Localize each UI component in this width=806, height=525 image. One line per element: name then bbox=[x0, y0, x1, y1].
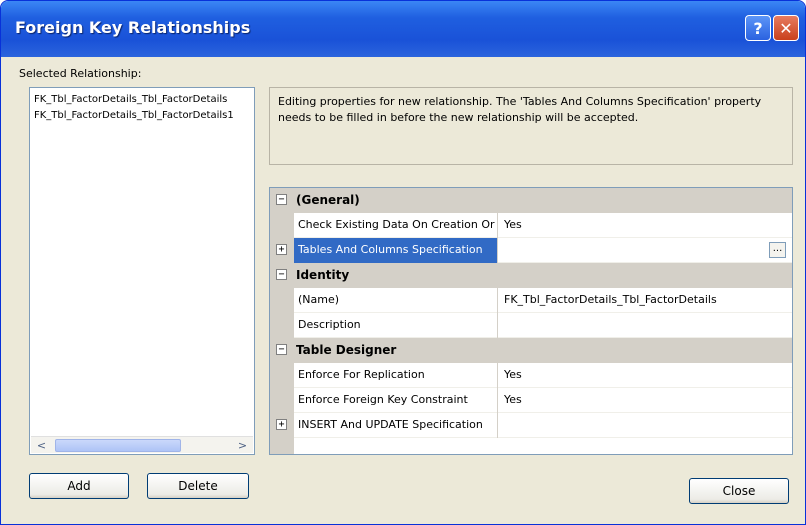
property-value[interactable]: FK_Tbl_FactorDetails_Tbl_FactorDetails bbox=[500, 288, 790, 313]
row-gutter: + bbox=[270, 238, 294, 263]
property-value[interactable]: Yes bbox=[500, 388, 790, 413]
category-identity[interactable]: − Identity bbox=[270, 263, 792, 288]
row-gutter bbox=[270, 363, 294, 388]
property-value-empty[interactable] bbox=[500, 238, 790, 263]
scrollbar-thumb[interactable] bbox=[55, 439, 181, 452]
category-label: Table Designer bbox=[296, 343, 397, 357]
window-close-button[interactable]: ✕ bbox=[773, 15, 799, 41]
collapse-icon[interactable]: − bbox=[276, 194, 287, 205]
grid-gutter-fill bbox=[270, 438, 294, 454]
row-gutter bbox=[270, 213, 294, 238]
relationship-list-item[interactable]: FK_Tbl_FactorDetails_Tbl_FactorDetails bbox=[34, 94, 252, 105]
close-icon: ✕ bbox=[779, 18, 793, 38]
relationship-list[interactable]: FK_Tbl_FactorDetails_Tbl_FactorDetails F… bbox=[29, 87, 255, 455]
scroll-left-icon[interactable]: < bbox=[33, 438, 50, 453]
ellipsis-button[interactable]: ... bbox=[769, 242, 786, 258]
row-gutter bbox=[270, 313, 294, 338]
close-button[interactable]: Close bbox=[689, 478, 789, 504]
expand-icon[interactable]: + bbox=[276, 419, 287, 430]
window-title: Foreign Key Relationships bbox=[15, 18, 251, 37]
property-row-insert-update[interactable]: + INSERT And UPDATE Specification bbox=[270, 413, 792, 438]
category-table-designer[interactable]: − Table Designer bbox=[270, 338, 792, 363]
property-row-description[interactable]: Description bbox=[270, 313, 792, 338]
help-button[interactable]: ? bbox=[745, 15, 771, 41]
property-row-name[interactable]: (Name) FK_Tbl_FactorDetails_Tbl_FactorDe… bbox=[270, 288, 792, 313]
relationship-list-item[interactable]: FK_Tbl_FactorDetails_Tbl_FactorDetails1 bbox=[34, 110, 252, 121]
property-row-check-existing[interactable]: Check Existing Data On Creation Or Re-En… bbox=[270, 213, 792, 238]
property-name: (Name) bbox=[294, 288, 498, 313]
expand-icon[interactable]: + bbox=[276, 244, 287, 255]
scroll-right-icon[interactable]: > bbox=[234, 438, 251, 453]
property-value-empty[interactable] bbox=[500, 413, 790, 438]
property-name: Enforce For Replication bbox=[294, 363, 498, 388]
row-gutter bbox=[270, 288, 294, 313]
property-row-enforce-replication[interactable]: Enforce For Replication Yes bbox=[270, 363, 792, 388]
selected-relationship-label: Selected Relationship: bbox=[19, 67, 142, 80]
property-name: Description bbox=[294, 313, 498, 338]
property-name: INSERT And UPDATE Specification bbox=[294, 413, 498, 438]
property-name: Enforce Foreign Key Constraint bbox=[294, 388, 498, 413]
foreign-key-relationships-dialog: Foreign Key Relationships ? ✕ Selected R… bbox=[0, 0, 806, 525]
category-label: (General) bbox=[296, 193, 360, 207]
horizontal-scrollbar[interactable]: < > bbox=[31, 436, 253, 453]
property-name-selected: Tables And Columns Specification bbox=[294, 238, 498, 263]
row-gutter bbox=[270, 388, 294, 413]
row-gutter: + bbox=[270, 413, 294, 438]
category-label: Identity bbox=[296, 268, 350, 282]
title-bar[interactable]: Foreign Key Relationships ? ✕ bbox=[1, 1, 805, 57]
category-general[interactable]: − (General) bbox=[270, 188, 792, 213]
property-row-enforce-fk[interactable]: Enforce Foreign Key Constraint Yes bbox=[270, 388, 792, 413]
help-icon: ? bbox=[753, 18, 763, 38]
property-grid[interactable]: − (General) Check Existing Data On Creat… bbox=[269, 187, 793, 455]
delete-button[interactable]: Delete bbox=[147, 473, 249, 499]
property-value[interactable] bbox=[500, 313, 790, 338]
property-name: Check Existing Data On Creation Or Re-En… bbox=[294, 213, 498, 238]
collapse-icon[interactable]: − bbox=[276, 344, 287, 355]
property-value[interactable]: Yes bbox=[500, 363, 790, 388]
property-value[interactable]: Yes bbox=[500, 213, 790, 238]
add-button[interactable]: Add bbox=[29, 473, 129, 499]
property-row-tables-columns[interactable]: + Tables And Columns Specification ... bbox=[270, 238, 792, 263]
info-message: Editing properties for new relationship.… bbox=[269, 87, 793, 165]
collapse-icon[interactable]: − bbox=[276, 269, 287, 280]
